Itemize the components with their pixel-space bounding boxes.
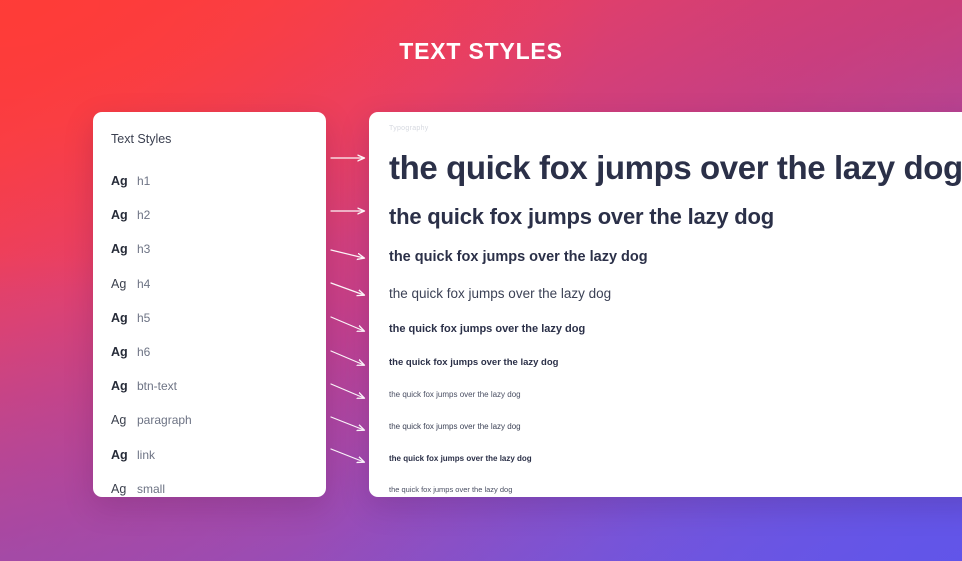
style-name-label: h6 <box>137 345 151 360</box>
specimen-h6: the quick fox jumps over the lazy dog <box>389 357 559 368</box>
ag-sample-glyph: Ag <box>111 208 128 223</box>
screenshot-stage: TEXT STYLES Text Styles Ag h1 Ag h2 Ag h… <box>0 0 962 561</box>
style-name-label: small <box>137 481 166 496</box>
list-item-h4[interactable]: Ag h4 <box>93 267 326 301</box>
style-name-label: h1 <box>137 174 151 189</box>
specimen-h1: the quick fox jumps over the lazy dog <box>389 149 962 186</box>
list-item-small[interactable]: Ag small <box>93 472 326 506</box>
specimen-h3: the quick fox jumps over the lazy dog <box>389 249 648 265</box>
style-name-label: h4 <box>137 276 151 291</box>
list-item-btn-text[interactable]: Ag btn-text <box>93 369 326 403</box>
style-name-label: h2 <box>137 208 151 223</box>
ag-sample-glyph: Ag <box>111 174 128 189</box>
specimen-h4: the quick fox jumps over the lazy dog <box>389 286 612 301</box>
ag-sample-glyph: Ag <box>111 413 127 428</box>
list-item-h6[interactable]: Ag h6 <box>93 335 326 369</box>
style-name-label: h3 <box>137 242 151 257</box>
page-title: TEXT STYLES <box>399 38 563 64</box>
specimen-h5: the quick fox jumps over the lazy dog <box>389 323 586 335</box>
ag-sample-glyph: Ag <box>111 345 128 360</box>
list-item-h2[interactable]: Ag h2 <box>93 198 326 232</box>
specimen-h2: the quick fox jumps over the lazy dog <box>389 204 775 229</box>
list-item-h5[interactable]: Ag h5 <box>93 301 326 335</box>
typography-preview-panel: Typography the quick fox jumps over the … <box>369 112 962 497</box>
style-name-label: btn-text <box>137 379 178 394</box>
style-name-label: paragraph <box>137 413 192 428</box>
left-panel-title: Text Styles <box>111 132 172 146</box>
typography-label: Typography <box>389 125 429 132</box>
list-item-h3[interactable]: Ag h3 <box>93 232 326 266</box>
list-item-link[interactable]: Ag link <box>93 438 326 472</box>
list-item-paragraph[interactable]: Ag paragraph <box>93 403 326 437</box>
specimen-list: the quick fox jumps over the lazy dog th… <box>369 140 962 497</box>
ag-sample-glyph: Ag <box>111 242 128 257</box>
style-name-label: link <box>137 447 156 462</box>
specimen-small: the quick fox jumps over the lazy dog <box>389 485 513 494</box>
style-list: Ag h1 Ag h2 Ag h3 Ag h4 Ag h5 Ag h6 Ag b… <box>93 164 326 506</box>
text-styles-panel: Text Styles Ag h1 Ag h2 Ag h3 Ag h4 Ag h… <box>93 112 326 497</box>
ag-sample-glyph: Ag <box>111 310 128 325</box>
specimen-btn-text: the quick fox jumps over the lazy dog <box>389 390 521 399</box>
ag-sample-glyph: Ag <box>111 447 128 462</box>
specimen-link: the quick fox jumps over the lazy dog <box>389 454 532 463</box>
ag-sample-glyph: Ag <box>111 276 127 291</box>
ag-sample-glyph: Ag <box>111 379 128 394</box>
ag-sample-glyph: Ag <box>111 481 127 496</box>
style-name-label: h5 <box>137 310 151 325</box>
specimen-paragraph: the quick fox jumps over the lazy dog <box>389 422 521 431</box>
list-item-h1[interactable]: Ag h1 <box>93 164 326 198</box>
